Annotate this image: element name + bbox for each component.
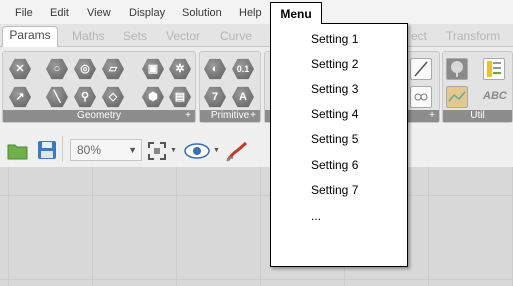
- open-file-icon[interactable]: [6, 139, 30, 164]
- zoom-value: 80%: [77, 143, 102, 157]
- color-swatch-list-icon[interactable]: [483, 58, 505, 80]
- setting-1-item[interactable]: Setting 1: [311, 31, 358, 47]
- menu-dropdown: Setting 1 Setting 2 Setting 3 Setting 4 …: [270, 23, 408, 267]
- setting-3-item[interactable]: Setting 3: [311, 81, 358, 97]
- menu-view[interactable]: View: [87, 0, 111, 24]
- zoom-select[interactable]: 80% ▼: [70, 139, 142, 161]
- geometry-panel-label: Geometry: [77, 110, 121, 121]
- expand-plus-icon[interactable]: +: [250, 110, 256, 122]
- setting-5-item[interactable]: Setting 5: [311, 131, 358, 147]
- field-param-icon[interactable]: ▤: [169, 86, 191, 108]
- number-param-icon[interactable]: 0.1: [232, 58, 254, 80]
- curve-param-icon[interactable]: ◎: [74, 58, 96, 80]
- box-param-icon[interactable]: ▣: [142, 58, 164, 80]
- text-tag-icon[interactable]: ABC: [483, 90, 507, 102]
- util-panel-label: Util: [470, 110, 485, 121]
- canvas-grid[interactable]: [0, 167, 513, 286]
- primitive-panel-footer[interactable]: Primitive +: [200, 110, 260, 122]
- geometry-panel: ✕ ○ ◎ ▱ ▣ ✲ ↗ ╲ ⚲ ◇ ⬢ ▤ Geometry +: [2, 51, 196, 123]
- menu-help[interactable]: Help: [239, 0, 262, 24]
- util-panel-footer[interactable]: Util: [443, 110, 512, 122]
- text-param-icon[interactable]: A: [232, 86, 254, 108]
- tab-maths[interactable]: Maths: [72, 28, 105, 46]
- tab-curve[interactable]: Curve: [220, 28, 252, 46]
- tree-icon[interactable]: [446, 58, 468, 80]
- zoom-extents-icon[interactable]: [147, 141, 167, 164]
- ribbon: ✕ ○ ◎ ▱ ▣ ✲ ↗ ╲ ⚲ ◇ ⬢ ▤ Geometry + ◐ 0.1…: [0, 47, 513, 123]
- line-param-icon[interactable]: ╲: [46, 86, 68, 108]
- setting-7-item[interactable]: Setting 7: [311, 182, 358, 198]
- more-settings-item[interactable]: ...: [311, 208, 321, 224]
- primitive-panel-label: Primitive: [210, 110, 250, 121]
- zoom-extents-chevron-icon[interactable]: ▼: [170, 147, 177, 154]
- boolean-param-icon[interactable]: ◐: [204, 58, 226, 80]
- preview-chevron-icon[interactable]: ▼: [213, 147, 220, 154]
- setting-4-item[interactable]: Setting 4: [311, 106, 358, 122]
- tab-sets[interactable]: Sets: [123, 28, 147, 46]
- sketch-brush-icon[interactable]: [224, 140, 250, 167]
- plane-param-icon[interactable]: ◇: [102, 86, 124, 108]
- expand-plus-icon[interactable]: +: [185, 110, 191, 122]
- chevron-down-icon: ▼: [128, 145, 137, 155]
- graph-mapper-icon[interactable]: [410, 58, 432, 80]
- geometry-panel-footer[interactable]: Geometry +: [3, 110, 195, 122]
- brep-param-icon[interactable]: ⬢: [142, 86, 164, 108]
- toolbar-divider: [62, 136, 63, 162]
- tab-params[interactable]: Params: [2, 26, 58, 47]
- primitive-panel: ◐ 0.1 7 A Primitive +: [199, 51, 261, 123]
- save-file-icon[interactable]: [36, 139, 58, 164]
- circle-param-icon[interactable]: ○: [46, 58, 68, 80]
- setting-2-item[interactable]: Setting 2: [311, 56, 358, 72]
- point-param-icon[interactable]: ✕: [9, 58, 31, 80]
- polyline-param-icon[interactable]: ⚲: [74, 86, 96, 108]
- menu-solution[interactable]: Solution: [182, 0, 222, 24]
- gradient-graph-icon[interactable]: [446, 86, 468, 108]
- integer-param-icon[interactable]: 7: [204, 86, 226, 108]
- mesh-param-icon[interactable]: ✲: [169, 58, 191, 80]
- tab-transform[interactable]: Transform: [446, 28, 500, 46]
- menu-button[interactable]: Menu: [270, 2, 322, 24]
- preview-eye-icon[interactable]: [184, 142, 210, 163]
- menu-display[interactable]: Display: [129, 0, 165, 24]
- component-tab-bar: Params Maths Sets Vector Curve ect Trans…: [0, 24, 513, 47]
- expand-plus-icon[interactable]: +: [429, 110, 435, 122]
- vector-param-icon[interactable]: ↗: [9, 86, 31, 108]
- surface-param-icon[interactable]: ▱: [102, 58, 124, 80]
- menu-file[interactable]: File: [15, 0, 33, 24]
- setting-6-item[interactable]: Setting 6: [311, 157, 358, 173]
- menu-edit[interactable]: Edit: [50, 0, 69, 24]
- image-sampler-icon[interactable]: [410, 86, 432, 108]
- tab-vector[interactable]: Vector: [166, 28, 200, 46]
- menu-bar: File Edit View Display Solution Help: [0, 0, 513, 24]
- tab-intersect[interactable]: ect: [411, 28, 427, 46]
- util-panel: ABC Util: [442, 51, 513, 123]
